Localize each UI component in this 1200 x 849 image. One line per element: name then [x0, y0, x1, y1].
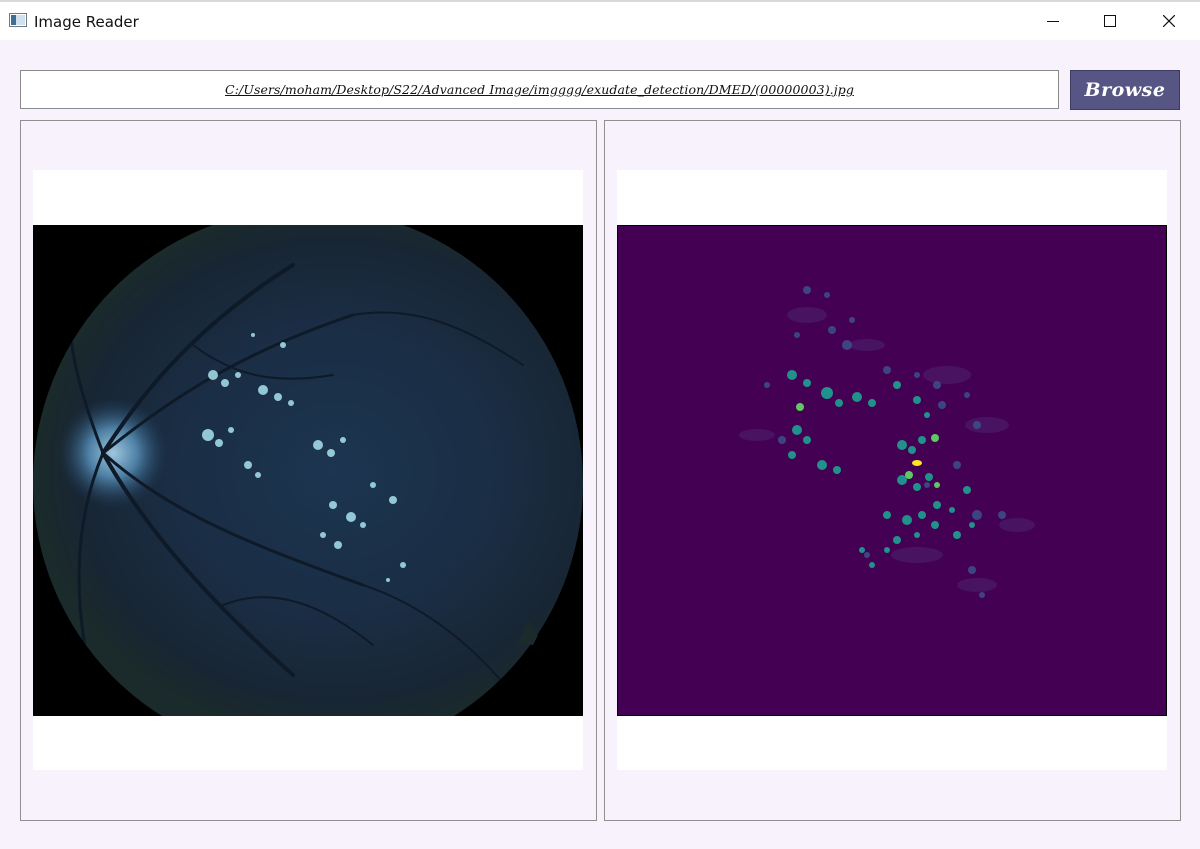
title-bar: Image Reader	[0, 0, 1200, 40]
original-image-canvas	[33, 170, 583, 770]
close-icon	[1163, 15, 1175, 27]
maximize-button[interactable]	[1081, 2, 1139, 40]
close-button[interactable]	[1140, 2, 1198, 40]
detection-result-panel	[604, 120, 1181, 821]
result-image-canvas	[617, 170, 1167, 770]
exudate-detection-map	[617, 225, 1167, 716]
file-path-text: C:/Users/moham/Desktop/S22/Advanced Imag…	[225, 82, 854, 97]
image-window-icon	[9, 13, 27, 27]
fundus-image	[33, 225, 583, 716]
minimize-icon	[1047, 21, 1059, 22]
window-title: Image Reader	[34, 13, 139, 31]
file-path-field[interactable]: C:/Users/moham/Desktop/S22/Advanced Imag…	[20, 70, 1059, 109]
maximize-icon	[1104, 15, 1116, 27]
browse-button[interactable]: Browse	[1070, 70, 1180, 110]
original-image-panel	[20, 120, 597, 821]
minimize-button[interactable]	[1024, 2, 1082, 40]
